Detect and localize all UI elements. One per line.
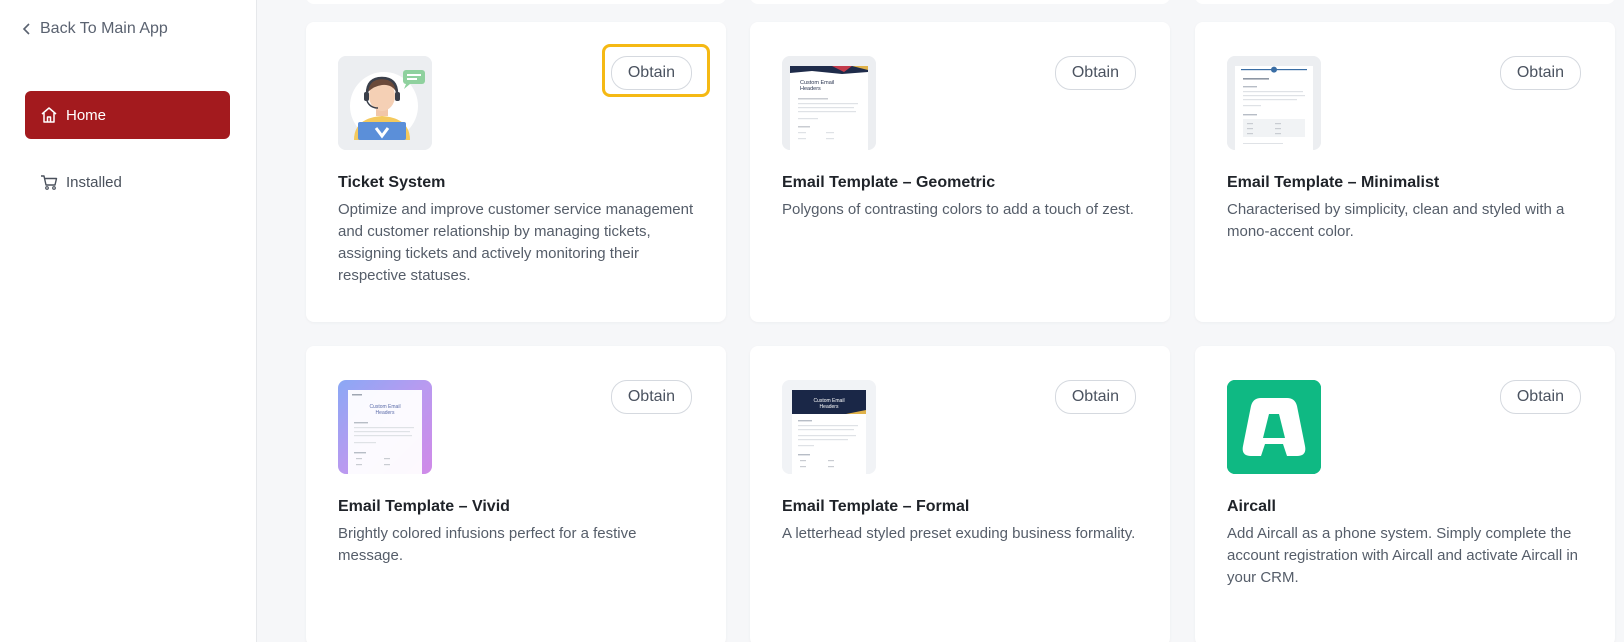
card-partial xyxy=(306,0,726,4)
support-agent-icon xyxy=(338,56,432,150)
obtain-button[interactable]: Obtain xyxy=(610,56,692,90)
back-to-main-app-link[interactable]: Back To Main App xyxy=(22,20,168,38)
obtain-button[interactable]: Obtain xyxy=(1054,56,1136,90)
app-card-email-template-formal: Custom Email Headers Obtain Email Templa… xyxy=(750,346,1170,642)
sidebar-item-label: Installed xyxy=(66,173,122,191)
card-partial xyxy=(1195,0,1615,4)
chevron-left-icon xyxy=(22,23,30,35)
app-card-email-template-geometric: Custom Email Headers Obtain Email Templa… xyxy=(750,22,1170,322)
email-template-thumbnail: Custom Email Headers xyxy=(782,380,876,474)
app-card-ticket-system: Obtain Ticket System Optimize and improv… xyxy=(306,22,726,322)
app-description: Polygons of contrasting colors to add a … xyxy=(782,201,1134,218)
email-template-thumbnail xyxy=(1227,56,1321,150)
app-description: Characterised by simplicity, clean and s… xyxy=(1227,201,1565,240)
app-title: Email Template – Formal xyxy=(782,498,970,515)
obtain-button[interactable]: Obtain xyxy=(1054,380,1136,414)
app-title: Ticket System xyxy=(338,174,446,191)
obtain-button[interactable]: Obtain xyxy=(610,380,692,414)
app-description: Add Aircall as a phone system. Simply co… xyxy=(1227,525,1579,586)
email-template-thumbnail: Custom Email Headers xyxy=(338,380,432,474)
svg-text:Headers: Headers xyxy=(820,404,839,410)
svg-text:Headers: Headers xyxy=(800,86,821,92)
sidebar: Back To Main App Home Installed xyxy=(0,0,257,642)
obtain-button[interactable]: Obtain xyxy=(1499,56,1581,90)
app-title: Aircall xyxy=(1227,498,1276,515)
app-card-email-template-vivid: Custom Email Headers Obtain Email Templa… xyxy=(306,346,726,642)
obtain-button[interactable]: Obtain xyxy=(1499,380,1581,414)
back-label: Back To Main App xyxy=(40,20,168,37)
app-title: Email Template – Minimalist xyxy=(1227,174,1440,191)
card-partial xyxy=(750,0,1170,4)
app-description: A letterhead styled preset exuding busin… xyxy=(782,525,1136,542)
app-card-email-template-minimalist: Obtain Email Template – Minimalist Chara… xyxy=(1195,22,1615,322)
app-description: Optimize and improve customer service ma… xyxy=(338,201,694,284)
app-title: Email Template – Geometric xyxy=(782,174,996,191)
app-card-aircall: Obtain Aircall Add Aircall as a phone sy… xyxy=(1195,346,1615,642)
svg-text:Headers: Headers xyxy=(376,410,395,416)
sidebar-item-installed[interactable]: Installed xyxy=(25,158,230,206)
home-icon xyxy=(40,106,58,124)
aircall-logo xyxy=(1227,380,1321,474)
sidebar-item-home[interactable]: Home xyxy=(25,91,230,139)
sidebar-item-label: Home xyxy=(66,106,107,124)
app-grid: Obtain Ticket System Optimize and improv… xyxy=(257,0,1624,642)
email-template-thumbnail: Custom Email Headers xyxy=(782,56,876,150)
app-description: Brightly colored infusions perfect for a… xyxy=(338,525,637,564)
cart-icon xyxy=(40,173,58,191)
app-title: Email Template – Vivid xyxy=(338,498,510,515)
